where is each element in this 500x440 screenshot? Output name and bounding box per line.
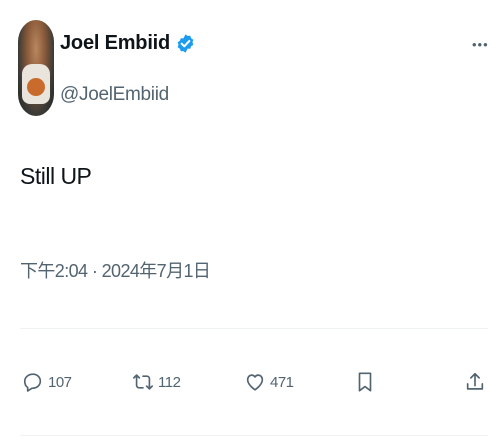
- reply-button[interactable]: 107: [22, 364, 72, 400]
- reply-icon: [23, 373, 42, 392]
- author-name[interactable]: Joel Embiid: [60, 32, 170, 55]
- retweet-count: 112: [158, 373, 181, 391]
- bookmark-icon: [358, 372, 372, 392]
- more-icon[interactable]: •••: [472, 37, 489, 52]
- verified-badge-icon: [177, 34, 194, 53]
- tweet-text: Still UP: [20, 163, 92, 189]
- divider: [20, 435, 488, 436]
- like-button[interactable]: 471: [244, 364, 294, 400]
- tweet-card: Joel Embiid @JoelEmbiid ••• Still UP 下午2…: [0, 0, 500, 440]
- retweet-button[interactable]: 112: [132, 364, 181, 400]
- author-name-row[interactable]: Joel Embiid: [60, 32, 196, 55]
- heart-icon: [246, 374, 264, 391]
- author-handle[interactable]: @JoelEmbiid: [60, 84, 169, 106]
- tweet-timestamp[interactable]: 下午2:04 · 2024年7月1日: [20, 257, 211, 283]
- share-icon: [466, 372, 484, 390]
- share-button[interactable]: [464, 364, 486, 400]
- reply-count: 107: [48, 373, 72, 391]
- avatar[interactable]: [18, 20, 54, 116]
- bookmark-button[interactable]: [354, 364, 376, 400]
- like-count: 471: [270, 373, 294, 391]
- divider: [20, 328, 488, 329]
- retweet-icon: [133, 374, 153, 390]
- avatar-basketball: [27, 78, 45, 96]
